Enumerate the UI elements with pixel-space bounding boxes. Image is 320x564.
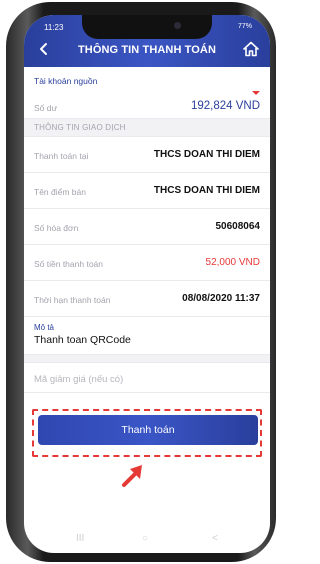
description-label: Mô tả [34, 323, 55, 332]
source-account[interactable]: Tài khoản nguồn Số dư 192,824 VND [24, 67, 270, 119]
description-field[interactable]: Mô tả Thanh toan QRCode [24, 317, 270, 355]
camera-icon [174, 22, 181, 29]
status-time: 11:23 [44, 23, 64, 32]
row-value: THCS DOAN THI DIEM [153, 149, 260, 160]
spacer [24, 355, 270, 363]
row-amount: Số tiền thanh toán 52,000 VND [24, 245, 270, 281]
phone-frame: 11:23 77% THÔNG TIN THANH TOÁN Tài khoản… [6, 2, 276, 562]
balance-label: Số dư [34, 103, 58, 113]
balance-value: 192,824 VND [190, 100, 260, 112]
section-header: THÔNG TIN GIAO DỊCH [24, 119, 270, 137]
home-icon[interactable] [242, 40, 260, 58]
row-label: Thanh toán tại [34, 151, 89, 161]
row-value: 08/08/2020 11:37 [182, 293, 260, 304]
row-label: Số hóa đơn [34, 223, 79, 233]
row-value: THCS DOAN THI DIEM [153, 185, 260, 196]
row-deadline: Thời hạn thanh toán 08/08/2020 11:37 [24, 281, 270, 317]
page-title: THÔNG TIN THANH TOÁN [77, 44, 217, 56]
payment-form: Tài khoản nguồn Số dư 192,824 VND THÔNG … [24, 67, 270, 393]
dropdown-caret-icon[interactable] [252, 91, 260, 95]
row-invoice-number: Số hóa đơn 50608064 [24, 209, 270, 245]
notch [82, 15, 212, 39]
row-value: 50608064 [215, 221, 261, 232]
recent-apps-icon[interactable]: III [76, 533, 84, 544]
row-merchant: Thanh toán tại THCS DOAN THI DIEM [24, 137, 270, 173]
description-value: Thanh toan QRCode [34, 334, 131, 346]
source-account-label: Tài khoản nguồn [34, 76, 98, 86]
discount-placeholder: Mã giảm giá (nếu có) [34, 374, 124, 385]
pointer-arrow-icon [122, 465, 142, 487]
status-battery: 77% [237, 23, 252, 30]
amount-value: 52,000 VND [205, 257, 260, 268]
back-nav-icon[interactable]: < [212, 533, 218, 544]
section-title: THÔNG TIN GIAO DỊCH [34, 123, 126, 132]
system-nav-bar: III ○ < [24, 525, 270, 553]
row-label: Tên điểm bán [34, 187, 86, 197]
discount-code-input[interactable]: Mã giảm giá (nếu có) [24, 363, 270, 393]
pay-button[interactable]: Thanh toán [38, 415, 258, 445]
app-screen: 11:23 77% THÔNG TIN THANH TOÁN Tài khoản… [24, 15, 270, 553]
row-label: Số tiền thanh toán [34, 259, 104, 269]
row-label: Thời hạn thanh toán [34, 295, 111, 305]
home-nav-icon[interactable]: ○ [142, 533, 148, 544]
row-store-name: Tên điểm bán THCS DOAN THI DIEM [24, 173, 270, 209]
